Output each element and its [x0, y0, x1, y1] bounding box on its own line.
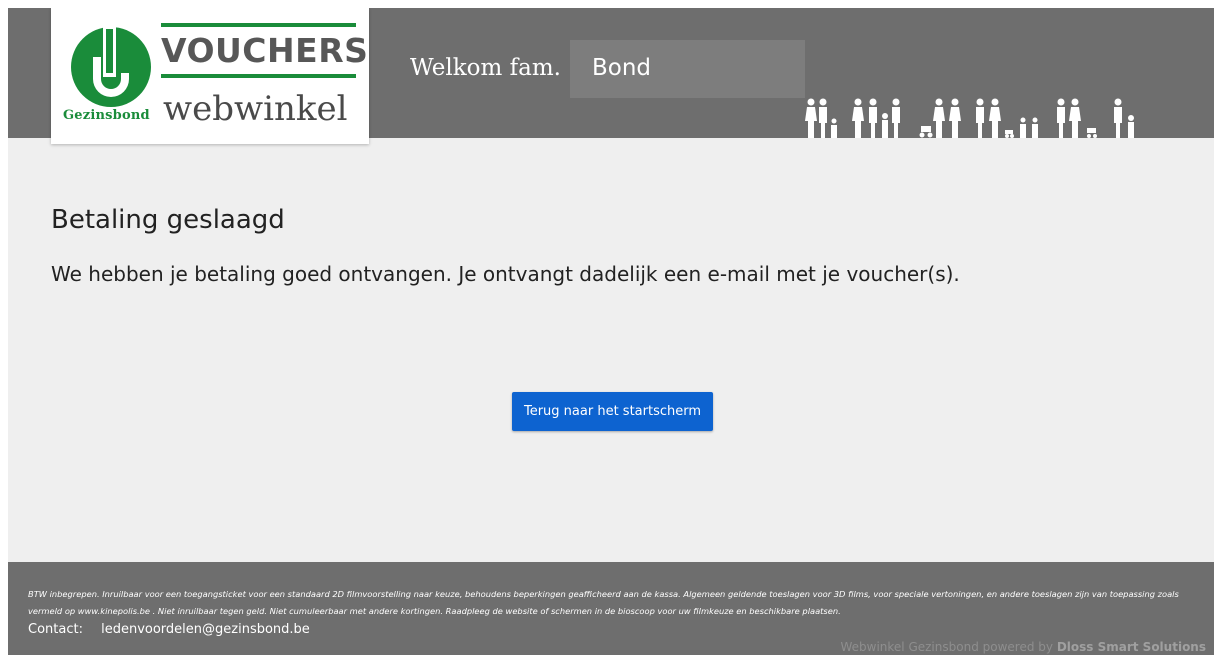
powered-by-text: Webwinkel Gezinsbond powered by — [840, 640, 1053, 654]
page-title: Betaling geslaagd — [51, 205, 285, 235]
footer: BTW inbegrepen. Inruilbaar voor een toeg… — [8, 562, 1214, 655]
logo-divider-top — [161, 23, 356, 27]
contact-label: Contact: — [28, 622, 83, 637]
family-name-box: Bond — [570, 40, 805, 98]
logo-subtitle: webwinkel — [163, 89, 348, 129]
logo-title: VOUCHERS — [161, 31, 369, 70]
family-silhouettes-icon — [805, 98, 1134, 138]
gezinsbond-logo-icon — [71, 27, 151, 107]
welcome-label: Welkom fam. — [410, 55, 561, 81]
footer-disclaimer: BTW inbegrepen. Inruilbaar voor een toeg… — [28, 589, 1179, 616]
logo-divider-bottom — [161, 74, 356, 78]
logo[interactable]: Gezinsbond VOUCHERS webwinkel — [51, 8, 369, 144]
family-name: Bond — [592, 55, 652, 81]
footer-contact: Contact: ledenvoordelen@gezinsbond.be — [28, 622, 310, 637]
powered-by: Webwinkel Gezinsbond powered by Dloss Sm… — [840, 640, 1206, 654]
powered-by-brand[interactable]: Dloss Smart Solutions — [1057, 640, 1206, 654]
header: Gezinsbond VOUCHERS webwinkel Welkom fam… — [8, 8, 1214, 144]
back-to-start-button[interactable]: Terug naar het startscherm — [512, 392, 713, 431]
page: Gezinsbond VOUCHERS webwinkel Welkom fam… — [8, 8, 1214, 655]
contact-email-link[interactable]: ledenvoordelen@gezinsbond.be — [101, 622, 310, 637]
logo-brand: Gezinsbond — [63, 108, 150, 123]
confirmation-message: We hebben je betaling goed ontvangen. Je… — [51, 262, 960, 286]
